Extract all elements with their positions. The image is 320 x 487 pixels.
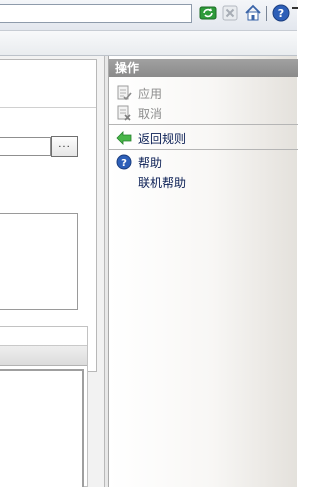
back-to-rules-label: 返回规则 [138, 131, 187, 146]
description-textarea[interactable] [0, 213, 78, 310]
chevron-down-icon[interactable] [292, 7, 298, 9]
svg-text:?: ? [121, 158, 127, 169]
help-icon[interactable]: ? [272, 4, 290, 22]
separator [109, 124, 298, 125]
toolbar: ? [0, 0, 298, 30]
home-icon[interactable] [244, 4, 262, 22]
apply-label: 应用 [138, 86, 163, 101]
address-bar[interactable] [0, 4, 192, 23]
separator [109, 149, 298, 150]
help-action[interactable]: ? 帮助 [109, 152, 298, 172]
toolbar-separator [266, 6, 267, 21]
divider [0, 107, 96, 108]
cancel-icon [115, 104, 133, 122]
actions-title: 操作 [109, 59, 298, 77]
path-input[interactable] [0, 137, 51, 156]
svg-text:?: ? [278, 7, 284, 20]
stop-icon[interactable] [221, 4, 239, 22]
apply-action[interactable]: 应用 [109, 83, 298, 103]
help-icon: ? [115, 153, 133, 171]
secondary-toolbar [0, 30, 297, 56]
list-header [0, 345, 87, 366]
actions-pane: 操作 应用 取消 返回规则 ? 帮助 联机帮助 [108, 56, 298, 487]
list-panel [0, 326, 88, 487]
cancel-action[interactable]: 取消 [109, 103, 298, 123]
content-pane: ... [0, 56, 105, 487]
browse-button[interactable]: ... [51, 136, 78, 157]
back-arrow-icon [115, 129, 133, 147]
refresh-icon[interactable] [199, 4, 217, 22]
online-help-action[interactable]: 联机帮助 [109, 172, 298, 192]
list-view[interactable] [0, 369, 84, 487]
apply-icon [115, 84, 133, 102]
back-to-rules-action[interactable]: 返回规则 [109, 128, 298, 148]
online-help-label: 联机帮助 [138, 175, 187, 190]
cancel-label: 取消 [138, 106, 163, 121]
help-label: 帮助 [138, 155, 163, 170]
